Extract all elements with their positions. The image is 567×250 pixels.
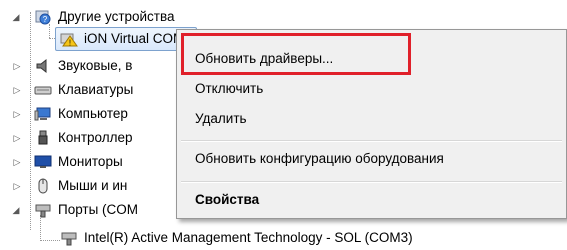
unknown-device-folder-icon: ? [34,9,52,25]
port-icon [60,230,78,246]
tree-item-label: Клавиатуры [58,82,134,97]
collapse-arrow-icon[interactable]: ◢ [10,198,22,222]
menu-item-scan-hardware-changes[interactable]: Обновить конфигурацию оборудования [195,147,444,171]
tree-item-monitors[interactable]: ▷ Мониторы [0,150,176,174]
tree-item-label: Intel(R) Active Management Technology - … [84,230,413,245]
tree-item-label: Компьютер [58,106,128,121]
expand-arrow-icon[interactable]: ▷ [11,54,23,78]
tree-item-label: Мониторы [58,154,123,169]
monitor-icon [34,154,52,170]
tree-item-ion-virtual-com[interactable]: ! iON Virtual COM [0,27,200,51]
tree-item-label: Звуковые, в [58,58,133,73]
usb-controller-icon [34,130,52,146]
tree-item-other-devices[interactable]: ◢ ? Другие устройства [0,5,567,29]
tree-item-label: Другие устройства [58,9,175,24]
tree-item-label: Мыши и ин [58,178,128,193]
port-icon [34,202,52,218]
menu-separator [181,140,562,142]
menu-item-uninstall[interactable]: Удалить [195,107,247,131]
menu-item-properties[interactable]: Свойства [195,188,259,212]
warning-device-icon: ! [60,31,78,48]
tree-item-controllers[interactable]: ▷ Контроллер [0,126,176,150]
tree-item-intel-amt-sol[interactable]: Intel(R) Active Management Technology - … [0,226,567,250]
tree-item-computer[interactable]: ▷ Компьютер [0,102,176,126]
expand-arrow-icon[interactable]: ▷ [11,102,23,126]
speaker-icon [34,58,52,74]
tree-item-label: Порты (COM [58,202,139,217]
tree-item-ports[interactable]: ◢ Порты (COM [0,198,176,222]
tree-item-label: Контроллер [58,130,133,145]
mouse-icon [34,178,52,194]
collapse-arrow-icon[interactable]: ◢ [10,5,22,29]
computer-icon [34,106,52,122]
svg-text:!: ! [69,39,71,48]
annotation-highlight-box [181,33,411,75]
menu-item-disable[interactable]: Отключить [195,77,263,101]
expand-arrow-icon[interactable]: ▷ [11,126,23,150]
menu-separator [181,181,562,183]
expand-arrow-icon[interactable]: ▷ [11,78,23,102]
tree-item-label: iON Virtual COM [84,31,185,46]
keyboard-icon [34,82,52,98]
svg-text:?: ? [43,15,48,24]
tree-item-keyboards[interactable]: ▷ Клавиатуры [0,78,176,102]
expand-arrow-icon[interactable]: ▷ [11,174,23,198]
tree-item-sound[interactable]: ▷ Звуковые, в [0,54,176,78]
tree-item-mice[interactable]: ▷ Мыши и ин [0,174,176,198]
expand-arrow-icon[interactable]: ▷ [11,150,23,174]
